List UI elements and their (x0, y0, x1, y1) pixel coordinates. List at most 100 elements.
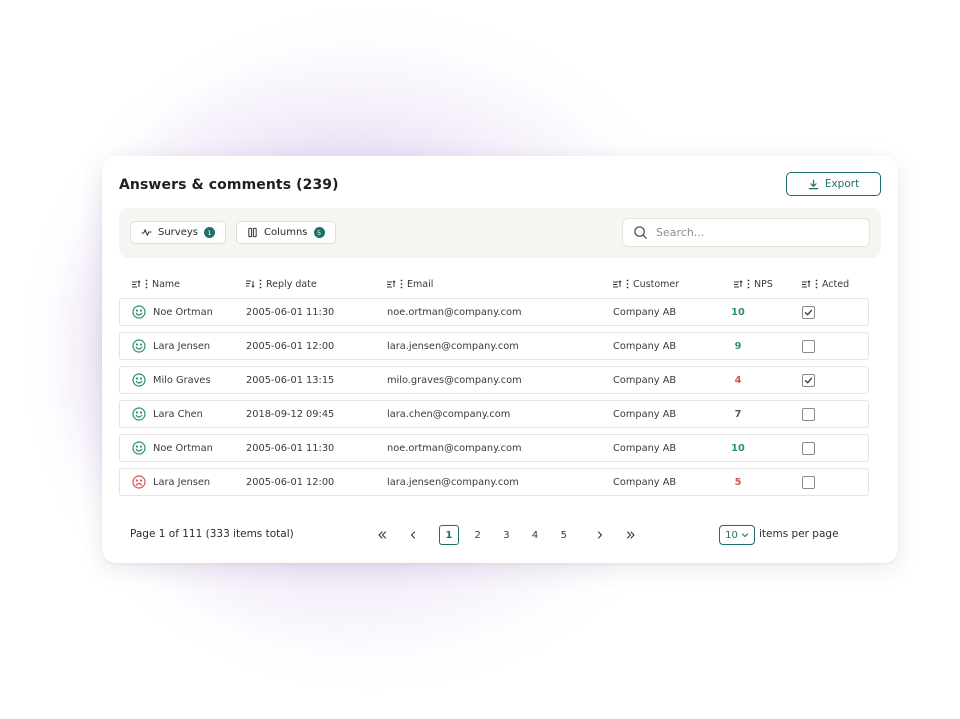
column-header-customer[interactable]: Customer (612, 275, 679, 293)
chevron-left-icon (410, 531, 416, 539)
email-cell: lara.jensen@company.com (387, 476, 519, 488)
previous-page-button[interactable] (403, 525, 423, 545)
reply-date-cell: 2005-06-01 12:00 (246, 476, 335, 488)
reply-date-cell: 2018-09-12 09:45 (246, 408, 335, 420)
kebab-icon[interactable] (747, 279, 750, 289)
email-cell: noe.ortman@company.com (387, 442, 522, 454)
email-cell: milo.graves@company.com (387, 374, 522, 386)
acted-cell (802, 435, 815, 461)
columns-icon (248, 227, 257, 238)
column-header-name[interactable]: Name (131, 275, 180, 293)
items-per-page-value: 10 (725, 529, 738, 541)
table-row[interactable]: Lara Jensen 2005-06-01 12:00 lara.jensen… (119, 468, 869, 496)
page-number-5[interactable]: 5 (554, 525, 574, 545)
answers-card: Answers & comments (239) Export Surveys … (102, 156, 898, 563)
reply-date-cell: 2005-06-01 11:30 (246, 306, 335, 318)
table-row[interactable]: Noe Ortman 2005-06-01 11:30 noe.ortman@c… (119, 434, 869, 462)
export-button[interactable]: Export (786, 172, 881, 196)
acted-checkbox[interactable] (802, 373, 815, 387)
kebab-icon[interactable] (626, 279, 629, 289)
page-number-4[interactable]: 4 (525, 525, 545, 545)
column-label: Name (152, 278, 181, 290)
table-row[interactable]: Lara Jensen 2005-06-01 12:00 lara.jensen… (119, 332, 869, 360)
smiley-face-icon (132, 407, 146, 421)
acted-cell (802, 367, 815, 393)
table-row[interactable]: Milo Graves 2005-06-01 13:15 milo.graves… (119, 366, 869, 394)
sentiment-cell (132, 299, 146, 325)
sort-icon (132, 280, 141, 288)
chevron-down-icon (741, 533, 748, 538)
acted-checkbox[interactable] (802, 441, 815, 455)
kebab-icon[interactable] (145, 279, 148, 289)
table-row[interactable]: Lara Chen 2018-09-12 09:45 lara.chen@com… (119, 400, 869, 428)
name-cell: Lara Jensen (153, 476, 211, 488)
check-icon (804, 377, 813, 383)
sentiment-cell (132, 401, 146, 427)
column-header-nps[interactable]: NPS (733, 275, 773, 293)
customer-cell: Company AB (613, 340, 677, 352)
chevron-right-icon (597, 531, 603, 539)
kebab-icon[interactable] (259, 279, 262, 289)
sort-icon (802, 280, 811, 288)
customer-cell: Company AB (613, 476, 677, 488)
column-label: Reply date (266, 278, 317, 290)
column-label: NPS (754, 278, 773, 290)
sort-icon (734, 280, 743, 288)
sort-descending-icon (246, 280, 255, 288)
sentiment-cell (132, 333, 146, 359)
name-cell: Lara Jensen (153, 340, 211, 352)
email-cell: lara.chen@company.com (387, 408, 511, 420)
search-box (622, 218, 870, 247)
chevrons-right-icon (626, 531, 635, 539)
chevrons-left-icon (378, 531, 387, 539)
customer-cell: Company AB (613, 442, 677, 454)
download-icon (808, 179, 819, 189)
columns-button[interactable]: Columns 5 (236, 221, 336, 244)
items-per-page-select[interactable]: 10 (719, 525, 755, 545)
nps-cell: 9 (734, 340, 742, 352)
sentiment-cell (132, 435, 146, 461)
email-cell: lara.jensen@company.com (387, 340, 519, 352)
column-header-acted[interactable]: Acted (801, 275, 849, 293)
activity-icon (141, 229, 152, 236)
page-number-3[interactable]: 3 (496, 525, 516, 545)
acted-checkbox[interactable] (802, 339, 815, 353)
acted-checkbox[interactable] (802, 475, 815, 489)
next-page-button[interactable] (590, 525, 610, 545)
sort-icon (613, 280, 622, 288)
first-page-button[interactable] (372, 525, 392, 545)
surveys-label: Surveys (158, 227, 198, 238)
smiley-face-icon (132, 305, 146, 319)
nps-cell: 10 (731, 306, 745, 318)
last-page-button[interactable] (621, 525, 641, 545)
sad-face-icon (132, 475, 146, 489)
surveys-filter-button[interactable]: Surveys 1 (130, 221, 226, 244)
acted-checkbox[interactable] (802, 305, 815, 319)
search-input[interactable] (656, 226, 856, 239)
acted-checkbox[interactable] (802, 407, 815, 421)
reply-date-cell: 2005-06-01 12:00 (246, 340, 335, 352)
nps-cell: 7 (734, 408, 742, 420)
kebab-icon[interactable] (400, 279, 403, 289)
nps-cell: 5 (734, 476, 742, 488)
columns-label: Columns (264, 227, 308, 238)
table-row[interactable]: Noe Ortman 2005-06-01 11:30 noe.ortman@c… (119, 298, 869, 326)
acted-cell (802, 401, 815, 427)
page-number-1[interactable]: 1 (439, 525, 459, 545)
acted-cell (802, 333, 815, 359)
column-header-reply-date[interactable]: Reply date (245, 275, 317, 293)
smiley-face-icon (132, 339, 146, 353)
page-number-2[interactable]: 2 (468, 525, 488, 545)
column-header-email[interactable]: Email (386, 275, 433, 293)
smiley-face-icon (132, 441, 146, 455)
email-cell: noe.ortman@company.com (387, 306, 522, 318)
acted-cell (802, 299, 815, 325)
items-per-page-label: items per page (759, 528, 839, 540)
column-label: Acted (822, 278, 850, 290)
name-cell: Milo Graves (153, 374, 211, 386)
column-label: Customer (633, 278, 680, 290)
kebab-icon[interactable] (815, 279, 818, 289)
column-label: Email (407, 278, 434, 290)
page-numbers: 12345 (439, 525, 579, 545)
nps-cell: 10 (731, 442, 745, 454)
